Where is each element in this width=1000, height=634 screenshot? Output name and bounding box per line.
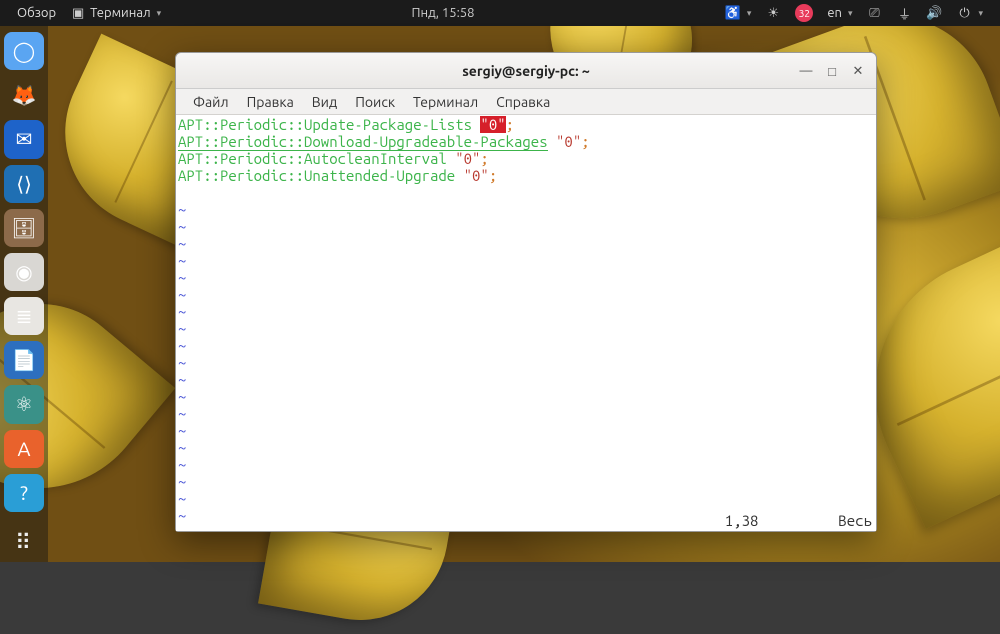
dock-atom[interactable]: ⚛ bbox=[4, 385, 44, 423]
volume-indicator[interactable]: 🔊 bbox=[919, 0, 949, 26]
display-icon: ⎚ bbox=[866, 5, 882, 21]
close-icon: ✕ bbox=[853, 64, 864, 79]
scroll-mode: Весь bbox=[838, 512, 872, 529]
dock-writer[interactable]: 📄 bbox=[4, 341, 44, 379]
minimize-button[interactable]: — bbox=[794, 59, 818, 83]
grid-icon: ⠿ bbox=[15, 530, 33, 556]
power-icon: ⏻ bbox=[956, 5, 972, 21]
power-indicator[interactable]: ⏻▾ bbox=[949, 0, 990, 26]
top-panel: Обзор ▣ Терминал ▾ Пнд, 15:58 ♿▾ ☀ 32 en… bbox=[0, 0, 1000, 26]
terminal-icon: ▣ bbox=[70, 5, 86, 21]
dock-thunderbird[interactable]: ✉ bbox=[4, 120, 44, 158]
menu-справка[interactable]: Справка bbox=[487, 92, 559, 112]
keyboard-layout[interactable]: en▾ bbox=[820, 0, 859, 26]
menubar: ФайлПравкаВидПоискТерминалСправка bbox=[176, 89, 876, 115]
volume-icon: 🔊 bbox=[926, 5, 942, 21]
accessibility-indicator[interactable]: ♿▾ bbox=[718, 0, 759, 26]
network-indicator[interactable]: ⏚ bbox=[889, 0, 919, 26]
terminal-window: sergiy@sergiy-pc: ~ — □ ✕ ФайлПравкаВидП… bbox=[175, 52, 877, 532]
close-button[interactable]: ✕ bbox=[846, 59, 870, 83]
dock-chromium[interactable]: ◯ bbox=[4, 32, 44, 70]
menu-файл[interactable]: Файл bbox=[184, 92, 238, 112]
weather-indicator[interactable]: ☀ bbox=[758, 0, 788, 26]
dock-firefox[interactable]: 🦊 bbox=[4, 76, 44, 114]
network-icon: ⏚ bbox=[896, 5, 912, 21]
show-apps-button[interactable]: ⠿ bbox=[4, 524, 44, 562]
display-indicator[interactable]: ⎚ bbox=[859, 0, 889, 26]
menu-терминал[interactable]: Терминал bbox=[404, 92, 487, 112]
maximize-icon: □ bbox=[828, 64, 836, 79]
menu-вид[interactable]: Вид bbox=[303, 92, 346, 112]
menu-поиск[interactable]: Поиск bbox=[346, 92, 404, 112]
window-title: sergiy@sergiy-pc: ~ bbox=[462, 63, 590, 79]
update-badge: 32 bbox=[795, 4, 813, 22]
cursor-position: 1,38 bbox=[725, 512, 759, 529]
minimize-icon: — bbox=[800, 64, 813, 78]
vim-status: 1,38 Весь bbox=[725, 512, 872, 529]
weather-icon: ☀ bbox=[765, 5, 781, 21]
clock[interactable]: Пнд, 15:58 bbox=[405, 0, 482, 26]
titlebar[interactable]: sergiy@sergiy-pc: ~ — □ ✕ bbox=[176, 53, 876, 89]
dock-libreoffice[interactable]: ≣ bbox=[4, 297, 44, 335]
dock: ◯ 🦊 ✉ ⟨⟩ 🗄 ◉ ≣ 📄 ⚛ A? ⠿ bbox=[0, 26, 48, 562]
app-menu-label: Терминал bbox=[90, 6, 150, 20]
activities-button[interactable]: Обзор bbox=[10, 0, 63, 26]
dock-vscode[interactable]: ⟨⟩ bbox=[4, 165, 44, 203]
dock-rhythmbox[interactable]: ◉ bbox=[4, 253, 44, 291]
chevron-down-icon: ▾ bbox=[157, 8, 162, 19]
accessibility-icon: ♿ bbox=[725, 5, 741, 21]
update-indicator[interactable]: 32 bbox=[788, 0, 820, 26]
dock-software[interactable]: A bbox=[4, 430, 44, 468]
dock-help[interactable]: ? bbox=[4, 474, 44, 512]
maximize-button[interactable]: □ bbox=[820, 59, 844, 83]
dock-files[interactable]: 🗄 bbox=[4, 209, 44, 247]
app-menu[interactable]: ▣ Терминал ▾ bbox=[63, 0, 168, 26]
menu-правка[interactable]: Правка bbox=[238, 92, 303, 112]
terminal-output[interactable]: APT::Periodic::Update-Package-Lists "0";… bbox=[176, 115, 876, 531]
